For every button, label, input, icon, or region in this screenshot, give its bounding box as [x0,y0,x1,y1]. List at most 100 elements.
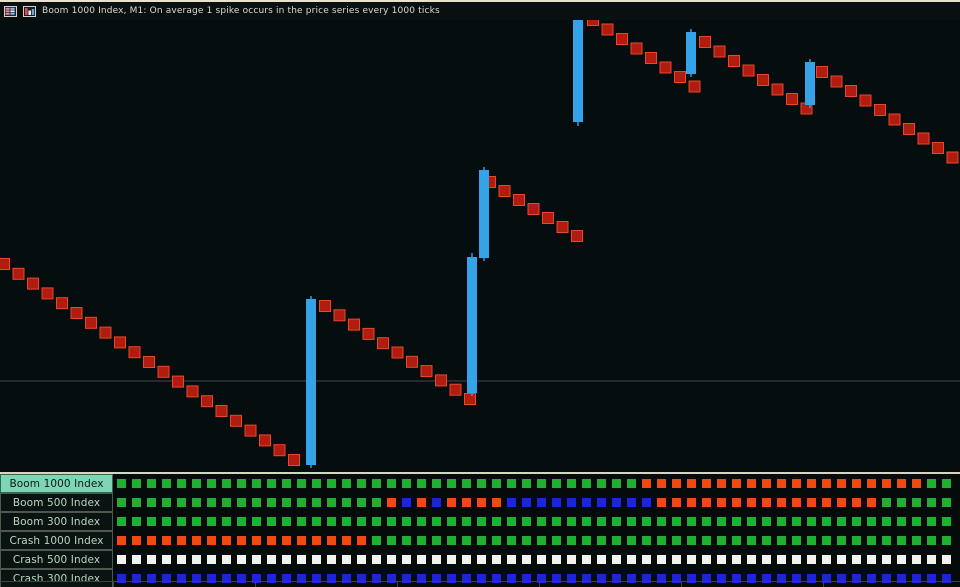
tick-cell [642,498,651,507]
tick-cell [402,555,411,564]
tick-cell [387,536,396,545]
tick-cell [312,517,321,526]
tick-cell [597,536,606,545]
symbol-label[interactable]: Boom 500 Index [0,493,113,512]
tick-cell [687,517,696,526]
tick-cell [942,536,951,545]
tick-cell [582,574,591,583]
tick-cell [597,479,606,488]
symbol-label[interactable]: Boom 300 Index [0,512,113,531]
tick-cell [537,498,546,507]
tick-cell [297,517,306,526]
tick-cell [582,479,591,488]
tick-cell [372,479,381,488]
tick-cell [717,498,726,507]
tick-cell [327,517,336,526]
tick-cell [447,555,456,564]
tick-cell [267,536,276,545]
bear-marker [932,142,944,154]
tick-cell [642,479,651,488]
tick-cell [912,574,921,583]
market-watch-row[interactable]: Boom 300 Index [0,512,960,531]
market-watch-row[interactable]: Boom 500 Index [0,493,960,512]
bear-marker [85,316,97,329]
tick-cell [927,498,936,507]
tick-cell [702,498,711,507]
symbol-label[interactable]: Boom 1000 Index [0,474,113,493]
tick-cell [297,536,306,545]
tick-cell [852,574,861,583]
tick-cell [732,517,741,526]
tick-cell [942,517,951,526]
market-watch-row[interactable]: Crash 300 Index [0,569,960,587]
tick-cell [747,555,756,564]
chart-window-icon[interactable] [23,5,36,17]
tick-cell [612,536,621,545]
tick-cell [507,479,516,488]
tick-cell [687,479,696,488]
tick-cell [192,574,201,583]
tick-cell [807,498,816,507]
tick-cell [312,479,321,488]
tick-cell [222,498,231,507]
tick-cell [267,479,276,488]
bear-marker [742,64,755,77]
bear-marker [903,123,915,135]
tick-cell [132,498,141,507]
market-watch-icon[interactable] [4,5,17,17]
tick-cell [327,574,336,583]
tick-cell [222,555,231,564]
tick-cell [867,517,876,526]
tick-cell [747,517,756,526]
tick-cell [147,574,156,583]
symbol-label[interactable]: Crash 500 Index [0,550,113,569]
tick-cell [222,574,231,583]
tick-cell [117,536,126,545]
tick-cell [747,498,756,507]
bear-marker [56,297,68,310]
bear-marker [571,230,583,242]
tick-cell [252,536,261,545]
tick-cell [177,536,186,545]
bear-marker [0,258,10,270]
market-watch-panel[interactable]: Boom 1000 Index Boom 500 Index Boom 300 In… [0,474,960,587]
tick-cell [192,498,201,507]
price-chart[interactable] [0,20,960,472]
market-watch-row[interactable]: Boom 1000 Index [0,474,960,493]
tick-cell [627,517,636,526]
spike-candle-body [467,257,477,393]
symbol-label[interactable]: Crash 300 Index [0,569,113,587]
bear-marker [114,336,126,349]
tick-cell [552,479,561,488]
tick-cell [882,536,891,545]
tick-cell [342,498,351,507]
tick-cell [237,517,246,526]
tick-cell [117,574,126,583]
tick-cell [327,498,336,507]
tick-cell [567,555,576,564]
tick-cell [417,574,426,583]
tick-cell [357,555,366,564]
chart-canvas [0,20,960,468]
tick-cell [927,517,936,526]
tick-cell [792,498,801,507]
tick-cell [612,498,621,507]
tick-cell [852,555,861,564]
tick-cell [897,479,906,488]
tick-cell [192,555,201,564]
tick-cell [777,574,786,583]
tick-cell [522,536,531,545]
tick-cell [342,479,351,488]
tick-cell [522,479,531,488]
market-watch-row[interactable]: Crash 500 Index [0,550,960,569]
tick-cell [657,574,666,583]
symbol-label[interactable]: Crash 1000 Index [0,531,113,550]
tick-cell [207,536,216,545]
bear-marker [786,93,798,105]
tick-cell [417,498,426,507]
tick-cell [222,517,231,526]
tick-cell [312,555,321,564]
market-watch-row[interactable]: Crash 1000 Index [0,531,960,550]
tick-cell [552,517,561,526]
tick-cell [447,479,456,488]
